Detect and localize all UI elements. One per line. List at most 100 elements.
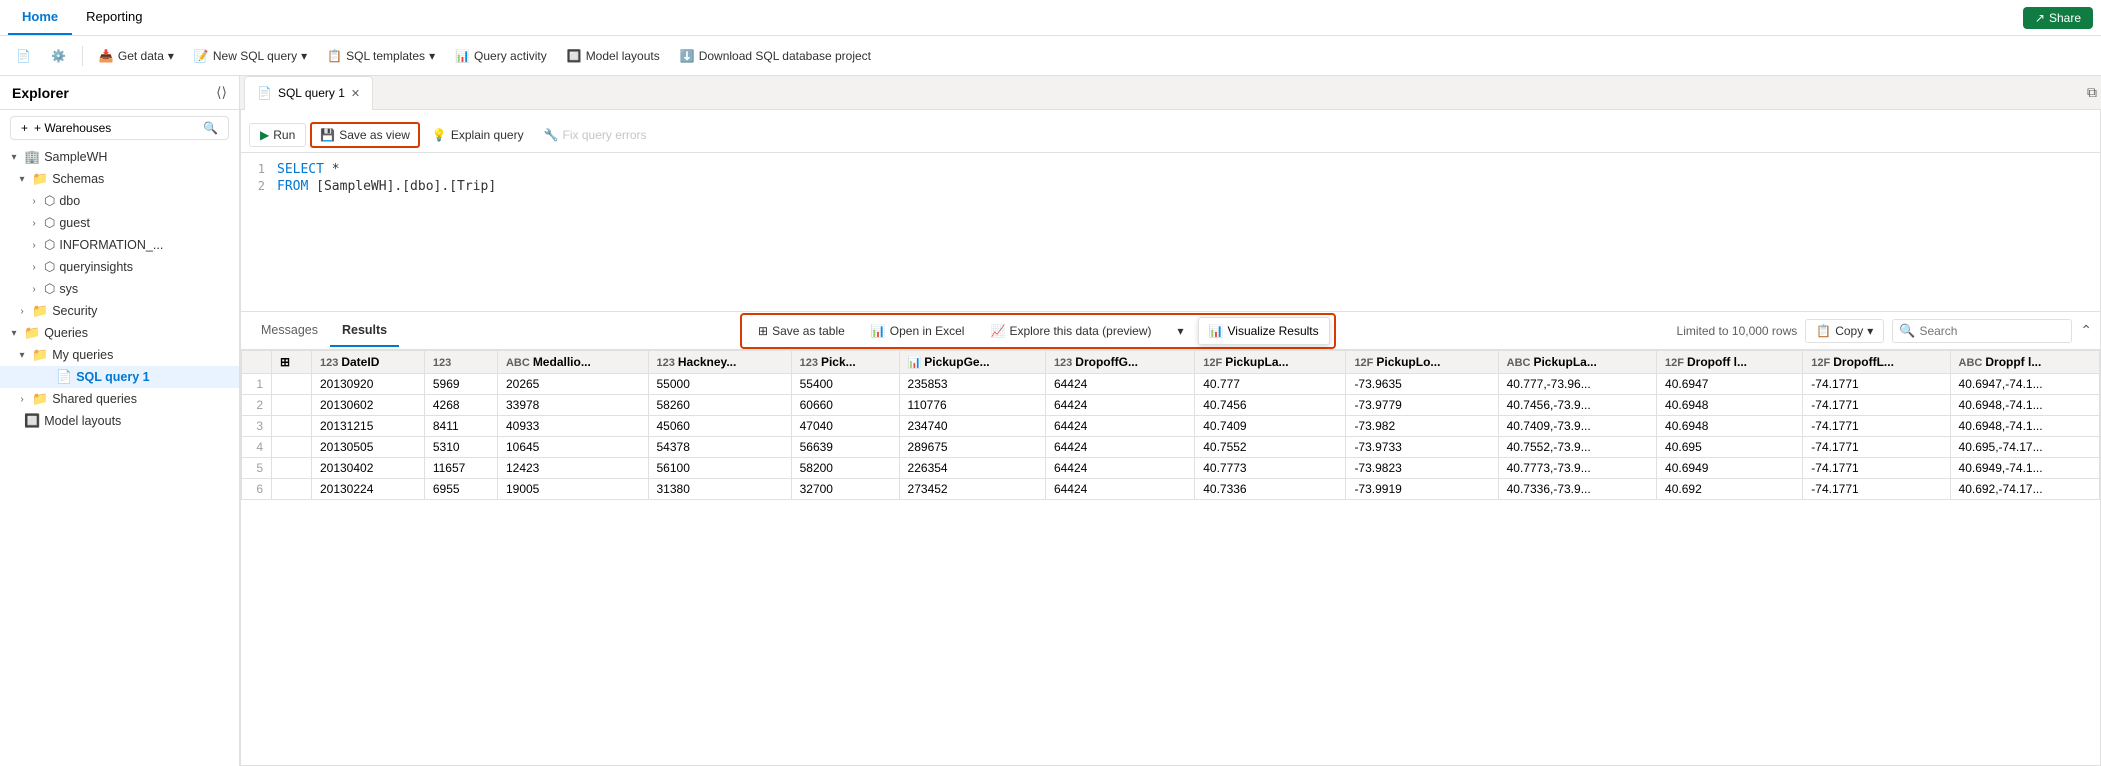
warehouse-icon: 🏢 [24,149,40,165]
visualize-results-popup[interactable]: 📊 Visualize Results [1198,317,1330,345]
table-cell: 40.695,-74.17... [1950,437,2099,458]
table-cell: -74.1771 [1803,374,1950,395]
main-layout: Explorer ⟨⟩ + + Warehouses 🔍 ▾ 🏢 SampleW… [0,76,2101,766]
share-button[interactable]: ↗ Share [2023,7,2093,29]
settings-icon-btn[interactable]: ⚙️ [43,45,74,67]
sidebar-item-guest[interactable]: › ⬡ guest [0,212,239,234]
get-data-button[interactable]: 📥 Get data ▾ [91,45,182,67]
table-row: 1201309205969202655500055400235853644244… [242,374,2100,395]
model-layouts-icon: 🔲 [567,49,582,63]
table-cell: 8411 [424,416,497,437]
sidebar-item-model-layouts[interactable]: 🔲 Model layouts [0,410,239,432]
sidebar-item-sys[interactable]: › ⬡ sys [0,278,239,300]
tab-messages[interactable]: Messages [249,315,330,347]
explain-query-button[interactable]: 💡 Explain query [424,124,532,146]
table-cell: 234740 [899,416,1045,437]
table-cell: 40.7552 [1195,437,1346,458]
save-as-view-button[interactable]: 💾 Save as view [310,122,420,148]
sidebar-item-label: sys [59,282,235,296]
table-cell: -73.9733 [1346,437,1498,458]
table-cell: 40.692 [1657,479,1803,500]
row-num-cell: 1 [242,374,272,395]
table-cell: 64424 [1045,458,1194,479]
more-actions-button[interactable]: ▾ [1168,320,1194,342]
explore-data-button[interactable]: 📈 Explore this data (preview) [980,320,1161,342]
tab-close-button[interactable]: ✕ [351,87,360,100]
collapse-results-button[interactable]: ⌃ [2080,322,2092,339]
tab-results[interactable]: Results [330,315,399,347]
table-cell: 58260 [648,395,791,416]
sidebar-item-my-queries[interactable]: ▾ 📁 My queries [0,344,239,366]
table-cell: 5310 [424,437,497,458]
col-header-dropofflo: 12FDropoffL... [1803,351,1950,374]
fix-query-errors-button[interactable]: 🔧 Fix query errors [536,124,655,146]
search-icon[interactable]: 🔍 [203,121,218,135]
sidebar-title: Explorer [12,85,69,101]
col-header-icon: ⊞ [272,351,312,374]
table-cell [272,416,312,437]
chevron-icon: ▾ [8,328,20,339]
table-cell [272,437,312,458]
new-page-icon-btn[interactable]: 📄 [8,45,39,67]
tab-reporting[interactable]: Reporting [72,0,156,35]
search-input[interactable] [1919,324,2065,338]
sidebar-item-dbo[interactable]: › ⬡ dbo [0,190,239,212]
sidebar: Explorer ⟨⟩ + + Warehouses 🔍 ▾ 🏢 SampleW… [0,76,240,766]
sidebar-collapse-button[interactable]: ⟨⟩ [216,84,227,101]
sql-templates-button[interactable]: 📋 SQL templates ▾ [319,45,443,67]
table-cell: 56639 [791,437,899,458]
col-header-col2: 123 [424,351,497,374]
sidebar-item-security[interactable]: › 📁 Security [0,300,239,322]
copy-button[interactable]: 📋 Copy ▾ [1805,319,1884,343]
table-cell: 19005 [497,479,648,500]
download-sql-button[interactable]: ⬇️ Download SQL database project [672,45,879,67]
model-layouts-button[interactable]: 🔲 Model layouts [559,45,668,67]
table-cell: 20130505 [311,437,424,458]
table-cell: 40.777,-73.96... [1498,374,1656,395]
new-sql-query-button[interactable]: 📝 New SQL query ▾ [186,45,315,67]
table-cell: 20130920 [311,374,424,395]
code-content: FROM [SampleWH].[dbo].[Trip] [277,179,496,194]
sidebar-item-samplewh[interactable]: ▾ 🏢 SampleWH [0,146,239,168]
table-cell: 40.7773 [1195,458,1346,479]
sidebar-item-queries[interactable]: ▾ 📁 Queries [0,322,239,344]
chevron-icon: ▾ [8,152,20,163]
table-cell: 32700 [791,479,899,500]
new-sql-icon: 📝 [194,49,209,63]
add-warehouse-button[interactable]: + + Warehouses 🔍 [10,116,229,140]
query-activity-button[interactable]: 📊 Query activity [447,45,555,67]
row-num-cell: 6 [242,479,272,500]
table-cell: 110776 [899,395,1045,416]
save-as-table-button[interactable]: ⊞ Save as table [748,320,855,342]
sidebar-item-shared-queries[interactable]: › 📁 Shared queries [0,388,239,410]
sidebar-item-sql-query-1[interactable]: 📄 SQL query 1 [0,366,239,388]
table-cell: 20131215 [311,416,424,437]
sidebar-item-queryinsights[interactable]: › ⬡ queryinsights [0,256,239,278]
table-cell: 33978 [497,395,648,416]
editor-tab-sql-query-1[interactable]: 📄 SQL query 1 ✕ [244,76,373,110]
schema-icon: ⬡ [44,237,55,253]
code-editor[interactable]: 1 SELECT * 2 FROM [SampleWH].[dbo].[Trip… [241,153,2100,303]
col-header-pickuplo: 12FPickupLo... [1346,351,1498,374]
table-cell: 40.695 [1657,437,1803,458]
table-cell: 10645 [497,437,648,458]
col-header-dropoffl: 12FDropoff l... [1657,351,1803,374]
table-cell: 40.6949,-74.1... [1950,458,2099,479]
open-in-excel-button[interactable]: 📊 Open in Excel [861,320,975,342]
col-header-pickupla: 12FPickupLa... [1195,351,1346,374]
table-row: 5201304021165712423561005820022635464424… [242,458,2100,479]
table-cell [272,374,312,395]
sidebar-item-schemas[interactable]: ▾ 📁 Schemas [0,168,239,190]
code-line-1: 1 SELECT * [241,161,2100,178]
explore-icon: 📈 [990,324,1005,338]
new-tab-button[interactable]: ⧉ [2087,84,2097,101]
table-row: 3201312158411409334506047040234740644244… [242,416,2100,437]
query-activity-icon: 📊 [455,49,470,63]
schema-icon: ⬡ [44,193,55,209]
top-bar: Home Reporting ↗ Share [0,0,2101,36]
folder-icon: 📁 [32,303,48,319]
row-num-cell: 5 [242,458,272,479]
sidebar-item-information[interactable]: › ⬡ INFORMATION_... [0,234,239,256]
run-button[interactable]: ▶ Run [249,123,306,147]
tab-home[interactable]: Home [8,0,72,35]
